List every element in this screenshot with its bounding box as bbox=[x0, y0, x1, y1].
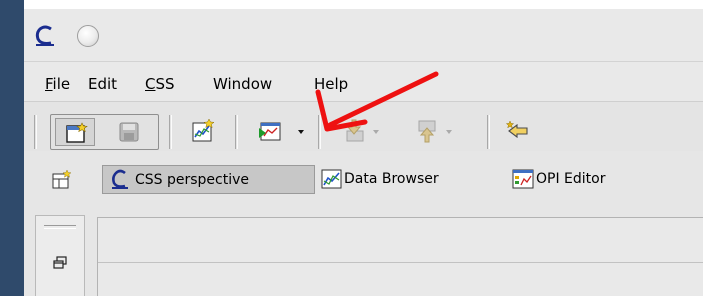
new-window-button[interactable] bbox=[55, 118, 95, 146]
editor-area bbox=[97, 217, 703, 296]
perspective-tab-css-label: CSS perspective bbox=[135, 172, 250, 188]
upload-dropdown-arrow-icon bbox=[446, 130, 452, 134]
screen-top-margin bbox=[0, 0, 703, 9]
dropdown-arrow-icon bbox=[298, 130, 304, 134]
open-perspective-button[interactable] bbox=[49, 167, 75, 193]
menu-css-mnemonic: C bbox=[145, 75, 156, 93]
restore-icon[interactable] bbox=[53, 256, 67, 270]
toolbar-separator bbox=[169, 115, 172, 149]
upload-button-disabled[interactable] bbox=[413, 117, 459, 145]
menu-bar: File Edit CSS Window Help bbox=[24, 61, 703, 101]
minimized-view-stack bbox=[35, 215, 85, 296]
upload-icon bbox=[418, 120, 436, 143]
menu-help[interactable]: Help bbox=[314, 75, 348, 93]
menu-window[interactable]: Window bbox=[213, 75, 272, 93]
download-dropdown-arrow-icon bbox=[373, 130, 379, 134]
perspective-tab-data-browser[interactable]: Data Browser bbox=[318, 165, 499, 194]
css-app-logo-icon bbox=[35, 25, 54, 46]
menu-css[interactable]: CSS bbox=[145, 75, 175, 93]
data-browser-new-icon bbox=[192, 119, 215, 142]
back-arrow-icon bbox=[505, 120, 528, 139]
menu-css-label: SS bbox=[155, 75, 175, 93]
save-icon bbox=[119, 122, 139, 142]
css-logo-icon bbox=[112, 169, 128, 189]
data-browser-icon bbox=[321, 169, 342, 189]
toolbar-separator bbox=[235, 115, 238, 149]
toolbar-separator bbox=[318, 115, 321, 149]
download-button-disabled[interactable] bbox=[340, 117, 386, 145]
toolbar-separator bbox=[487, 115, 490, 149]
desktop-background-strip bbox=[0, 0, 24, 296]
main-toolbar bbox=[24, 101, 703, 151]
save-button[interactable] bbox=[109, 118, 149, 146]
menu-file[interactable]: File bbox=[45, 75, 70, 93]
download-icon bbox=[346, 119, 364, 142]
menu-file-label: ile bbox=[52, 75, 71, 93]
perspective-tab-data-browser-label: Data Browser bbox=[344, 171, 439, 187]
toolbar-group-file bbox=[50, 114, 159, 150]
view-stack-grip[interactable] bbox=[44, 225, 76, 229]
title-bar bbox=[24, 9, 703, 61]
opi-run-icon bbox=[259, 122, 281, 141]
opi-run-dropdown-button[interactable] bbox=[254, 117, 310, 145]
perspective-tab-css[interactable]: CSS perspective bbox=[102, 165, 315, 194]
editor-tab-divider bbox=[98, 262, 703, 263]
new-data-browser-button[interactable] bbox=[188, 117, 218, 145]
app-window: File Edit CSS Window Help CSS perspectiv… bbox=[24, 9, 703, 296]
menu-edit[interactable]: Edit bbox=[88, 75, 117, 93]
workbench-area bbox=[24, 205, 703, 296]
new-window-icon bbox=[66, 122, 88, 143]
toolbar-separator bbox=[34, 115, 37, 149]
perspective-bar: CSS perspective Data Browser OPI Editor bbox=[24, 151, 703, 205]
perspective-tab-opi-editor[interactable]: OPI Editor bbox=[510, 165, 650, 194]
window-menu-button[interactable] bbox=[77, 25, 99, 47]
opi-editor-icon bbox=[512, 169, 534, 189]
perspective-tab-opi-editor-label: OPI Editor bbox=[536, 171, 606, 187]
open-perspective-icon bbox=[52, 170, 72, 189]
menu-file-mnemonic: F bbox=[45, 75, 53, 93]
back-button[interactable] bbox=[503, 117, 533, 145]
